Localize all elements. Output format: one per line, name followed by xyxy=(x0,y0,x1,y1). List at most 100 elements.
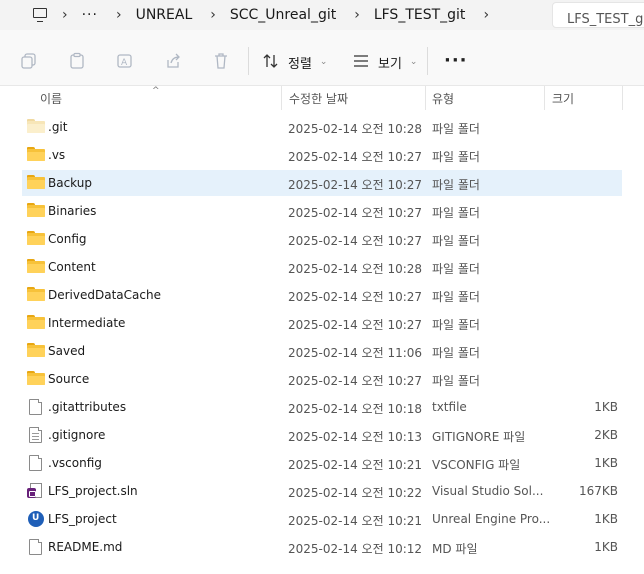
chevron-right-icon[interactable]: › xyxy=(483,8,489,22)
file-date-modified: 2025-02-14 오전 10:22 xyxy=(288,486,423,500)
sort-button[interactable]: 정렬 ⌄ xyxy=(262,50,327,74)
column-divider[interactable] xyxy=(281,86,282,110)
file-size: 1KB xyxy=(594,512,618,526)
file-name: README.md xyxy=(48,540,123,554)
file-row[interactable]: LFS_project.sln 2025-02-14 오전 10:22 Visual… xyxy=(22,478,622,504)
file-name: Saved xyxy=(48,344,86,358)
folder-icon xyxy=(27,259,45,275)
column-header-size[interactable]: 크기 xyxy=(552,90,574,107)
delete-icon[interactable] xyxy=(212,52,230,70)
breadcrumb: › ··· › UNREAL › SCC_Unreal_git › LFS_TE… xyxy=(18,0,542,30)
chevron-right-icon[interactable]: › xyxy=(210,8,216,22)
file-date-modified: 2025-02-14 오전 10:27 xyxy=(288,206,423,220)
file-row[interactable]: Backup 2025-02-14 오전 10:27 파일 폴더 xyxy=(22,170,622,196)
file-row[interactable]: README.md 2025-02-14 오전 10:12 MD 파일 1KB xyxy=(22,534,622,560)
file-name: LFS_project.sln xyxy=(48,484,138,498)
file-row[interactable]: .vs 2025-02-14 오전 10:27 파일 폴더 xyxy=(22,142,622,168)
breadcrumb-item-unreal[interactable]: UNREAL xyxy=(136,7,193,23)
folder-icon xyxy=(27,343,45,359)
view-label: 보기 xyxy=(378,56,402,72)
column-divider[interactable] xyxy=(425,86,426,110)
chevron-right-icon[interactable]: › xyxy=(116,8,122,22)
column-divider[interactable] xyxy=(544,86,545,110)
column-divider[interactable] xyxy=(622,86,623,110)
toolbar-divider xyxy=(427,47,428,75)
file-type: 파일 폴더 xyxy=(432,290,480,304)
file-row[interactable]: Binaries 2025-02-14 오전 10:27 파일 폴더 xyxy=(22,198,622,224)
file-type: txtfile xyxy=(432,400,467,414)
file-date-modified: 2025-02-14 오전 10:13 xyxy=(288,430,423,444)
file-size: 1KB xyxy=(594,400,618,414)
document-icon xyxy=(27,399,45,415)
chevron-right-icon[interactable]: › xyxy=(62,8,68,22)
file-date-modified: 2025-02-14 오전 10:27 xyxy=(288,178,423,192)
file-name: Intermediate xyxy=(48,316,126,330)
document-icon xyxy=(27,539,45,555)
file-type: MD 파일 xyxy=(432,542,478,556)
sort-label: 정렬 xyxy=(288,56,312,72)
file-name: Binaries xyxy=(48,204,97,218)
file-size: 1KB xyxy=(594,540,618,554)
file-row[interactable]: LFS_project 2025-02-14 오전 10:21 Unreal Eng… xyxy=(22,506,622,532)
file-row[interactable]: Intermediate 2025-02-14 오전 10:27 파일 폴더 xyxy=(22,310,622,336)
file-date-modified: 2025-02-14 오전 10:28 xyxy=(288,262,423,276)
file-name: Config xyxy=(48,232,87,246)
folder-icon xyxy=(27,371,45,387)
file-row[interactable]: Content 2025-02-14 오전 10:28 파일 폴더 xyxy=(22,254,622,280)
chevron-right-icon[interactable]: › xyxy=(354,8,360,22)
file-row[interactable]: DerivedDataCache 2025-02-14 오전 10:27 파일 폴더 xyxy=(22,282,622,308)
file-date-modified: 2025-02-14 오전 10:27 xyxy=(288,290,423,304)
chevron-down-icon: ⌄ xyxy=(319,57,328,67)
folder-icon xyxy=(27,203,45,219)
rename-icon[interactable]: A xyxy=(116,52,134,70)
file-size: 1KB xyxy=(594,456,618,470)
folder-icon xyxy=(27,175,45,191)
share-icon[interactable] xyxy=(164,52,182,70)
sort-icon xyxy=(262,52,280,73)
file-row[interactable]: .vsconfig 2025-02-14 오전 10:21 VSCONFIG 파일 1… xyxy=(22,450,622,476)
file-type: 파일 폴더 xyxy=(432,318,480,332)
file-date-modified: 2025-02-14 오전 10:18 xyxy=(288,402,423,416)
file-date-modified: 2025-02-14 오전 10:21 xyxy=(288,458,423,472)
paste-icon[interactable] xyxy=(68,52,86,70)
file-row[interactable]: .gitignore 2025-02-14 오전 10:13 GITIGNORE 파… xyxy=(22,422,622,448)
column-header-name[interactable]: 이름 xyxy=(40,90,62,107)
command-bar: A 정렬 ⌄ 보기 ⌄ ··· xyxy=(0,30,644,86)
file-row[interactable]: Saved 2025-02-14 오전 11:06 파일 폴더 xyxy=(22,338,622,364)
file-name: Source xyxy=(48,372,90,386)
file-type: Visual Studio Sol... xyxy=(432,484,544,498)
file-row[interactable]: Source 2025-02-14 오전 10:27 파일 폴더 xyxy=(22,366,622,392)
view-list-icon xyxy=(352,52,370,73)
file-date-modified: 2025-02-14 오전 10:12 xyxy=(288,542,423,556)
breadcrumb-item-lfs-test-git[interactable]: LFS_TEST_git xyxy=(374,7,466,23)
file-name: Content xyxy=(48,260,96,274)
file-name: LFS_project xyxy=(48,512,117,526)
breadcrumb-overflow[interactable]: ··· xyxy=(82,7,98,23)
copy-icon[interactable] xyxy=(20,52,38,70)
file-name: Backup xyxy=(48,176,92,190)
file-type: GITIGNORE 파일 xyxy=(432,430,526,444)
file-type: 파일 폴더 xyxy=(432,346,480,360)
file-date-modified: 2025-02-14 오전 10:28 xyxy=(288,122,423,136)
breadcrumb-item-scc-unreal-git[interactable]: SCC_Unreal_git xyxy=(230,7,336,23)
toolbar-divider xyxy=(248,47,249,75)
file-date-modified: 2025-02-14 오전 10:27 xyxy=(288,150,423,164)
file-name: DerivedDataCache xyxy=(48,288,161,302)
sort-ascending-icon: ^ xyxy=(152,86,160,96)
file-name: .vsconfig xyxy=(48,456,102,470)
search-input[interactable]: LFS_TEST_git 검색 xyxy=(552,2,644,28)
column-header-date[interactable]: 수정한 날짜 xyxy=(289,90,348,107)
file-type: 파일 폴더 xyxy=(432,234,480,248)
file-date-modified: 2025-02-14 오전 11:06 xyxy=(288,346,423,360)
view-button[interactable]: 보기 ⌄ xyxy=(352,50,417,74)
file-date-modified: 2025-02-14 오전 10:21 xyxy=(288,514,423,528)
more-options-button[interactable]: ··· xyxy=(444,52,468,70)
file-row[interactable]: .gitattributes 2025-02-14 오전 10:18 txtfile… xyxy=(22,394,622,420)
this-pc-icon[interactable] xyxy=(32,7,48,23)
file-type: 파일 폴더 xyxy=(432,374,480,388)
file-row[interactable]: .git 2025-02-14 오전 10:28 파일 폴더 xyxy=(22,114,622,140)
column-header-type[interactable]: 유형 xyxy=(432,90,454,107)
file-date-modified: 2025-02-14 오전 10:27 xyxy=(288,234,423,248)
folder-icon xyxy=(27,231,45,247)
file-row[interactable]: Config 2025-02-14 오전 10:27 파일 폴더 xyxy=(22,226,622,252)
